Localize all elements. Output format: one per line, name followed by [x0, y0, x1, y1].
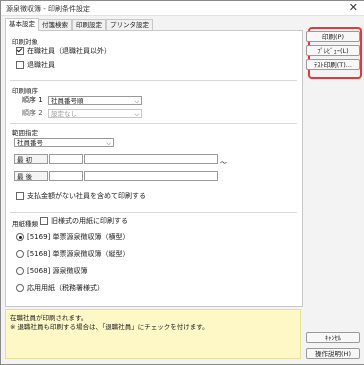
title-bar: 源泉徴収簿 - 印刷条件設定 ✕: [1, 1, 364, 16]
range-start-code-input[interactable]: [49, 154, 83, 164]
form-type-title: 用紙種類: [12, 220, 38, 228]
form-option-label: [5068] 源泉徴収簿: [27, 267, 88, 275]
info-line-1: 在職社員が印刷されます。: [10, 314, 88, 322]
order1-label: 順序 1: [22, 96, 43, 104]
chevron-down-icon: ⌵: [134, 111, 139, 118]
form-option-5169[interactable]: [5169] 単票源泉徴収簿（横型）: [16, 233, 130, 242]
range-end-label: 最 後: [14, 171, 48, 181]
current-employees-checkbox[interactable]: 在職社員（退職社員以外）: [16, 47, 111, 56]
print-order-title: 印刷順序: [12, 87, 38, 95]
cancel-button[interactable]: ｷｬﾝｾﾙ: [306, 332, 360, 343]
window-title: 源泉徴収簿 - 印刷条件設定: [6, 5, 90, 13]
order1-value: 社員番号順: [51, 97, 84, 105]
old-format-checkbox[interactable]: 旧様式の用紙に印刷する: [40, 217, 128, 226]
form-option-5068[interactable]: [5068] 源泉徴収簿: [16, 267, 88, 276]
print-settings-dialog: 源泉徴収簿 - 印刷条件設定 ✕ 基本設定 付箋検索 印刷設定 プリンタ設定 印…: [0, 0, 364, 365]
range-title: 範囲指定: [12, 129, 38, 137]
chevron-down-icon: ⌵: [106, 140, 111, 147]
range-field-select[interactable]: 社員番号 ⌵: [14, 138, 114, 147]
order2-label: 順序 2: [22, 109, 43, 117]
range-start-name-input[interactable]: [84, 154, 218, 164]
chevron-down-icon: ⌵: [134, 98, 139, 105]
form-option-label: 応用用紙（税務署様式）: [27, 284, 104, 292]
form-option-5168[interactable]: [5168] 単票源泉徴収簿（縦型）: [16, 250, 130, 259]
info-line-2: ※ 退職社員も印刷する場合は、「退職社員」にチェックを付けます。: [10, 323, 209, 331]
print-button[interactable]: 印刷(P): [306, 31, 360, 42]
tab-basic-settings[interactable]: 基本設定: [5, 18, 39, 31]
order2-value: 設定なし: [51, 110, 77, 118]
preview-button[interactable]: ﾌﾟﾚﾋﾞｭｰ(L): [306, 45, 360, 56]
range-end-code-input[interactable]: [49, 171, 83, 181]
retired-employees-checkbox[interactable]: 退職社員: [16, 61, 55, 70]
form-option-label: [5169] 単票源泉徴収簿（横型）: [27, 233, 130, 241]
radio-unselected-icon: [16, 284, 24, 292]
radio-unselected-icon: [16, 250, 24, 258]
print-order-group: 印刷順序 順序 1 社員番号順 ⌵ 順序 2 設定なし ⌵: [10, 83, 297, 124]
close-icon[interactable]: ✕: [349, 2, 358, 13]
checkbox-unchecked-icon: [16, 61, 24, 69]
include-zero-pay-checkbox[interactable]: 支払金額がない社員を含めて印刷する: [16, 192, 146, 201]
test-print-button[interactable]: ﾃｽﾄ印刷(T)...: [306, 59, 360, 70]
print-target-group: 印刷対象 在職社員（退職社員以外） 退職社員: [10, 33, 297, 81]
info-message-box: 在職社員が印刷されます。 ※ 退職社員も印刷する場合は、「退職社員」にチェックを…: [5, 309, 301, 359]
radio-selected-icon: [16, 233, 24, 241]
print-target-title: 印刷対象: [12, 38, 38, 46]
range-field-value: 社員番号: [17, 139, 43, 147]
checkbox-checked-icon: [16, 47, 24, 55]
checkbox-unchecked-icon: [16, 192, 24, 200]
order2-select[interactable]: 設定なし ⌵: [48, 109, 142, 118]
old-format-label: 旧様式の用紙に印刷する: [51, 217, 128, 225]
help-button[interactable]: 操作説明(H): [306, 348, 360, 359]
range-tilde: ～: [220, 159, 227, 167]
radio-unselected-icon: [16, 267, 24, 275]
range-start-label: 最 初: [14, 154, 48, 164]
include-zero-pay-label: 支払金額がない社員を含めて印刷する: [27, 192, 146, 200]
range-end-name-input[interactable]: [84, 171, 218, 181]
basic-settings-panel: 印刷対象 在職社員（退職社員以外） 退職社員 印刷順序 順序 1 社員番号順 ⌵ …: [5, 30, 303, 307]
retired-employees-label: 退職社員: [27, 61, 55, 69]
checkbox-unchecked-icon: [40, 217, 48, 225]
form-option-label: [5168] 単票源泉徴収簿（縦型）: [27, 250, 130, 258]
range-group: 範囲指定 社員番号 ⌵ 最 初 ～ 最 後 支払金額がない社員を含めて印刷する: [10, 125, 297, 213]
current-employees-label: 在職社員（退職社員以外）: [27, 47, 111, 55]
order1-select[interactable]: 社員番号順 ⌵: [48, 96, 142, 105]
form-type-group: 用紙種類 旧様式の用紙に印刷する [5169] 単票源泉徴収簿（横型） [516…: [10, 215, 297, 295]
form-option-custom[interactable]: 応用用紙（税務署様式）: [16, 284, 104, 293]
